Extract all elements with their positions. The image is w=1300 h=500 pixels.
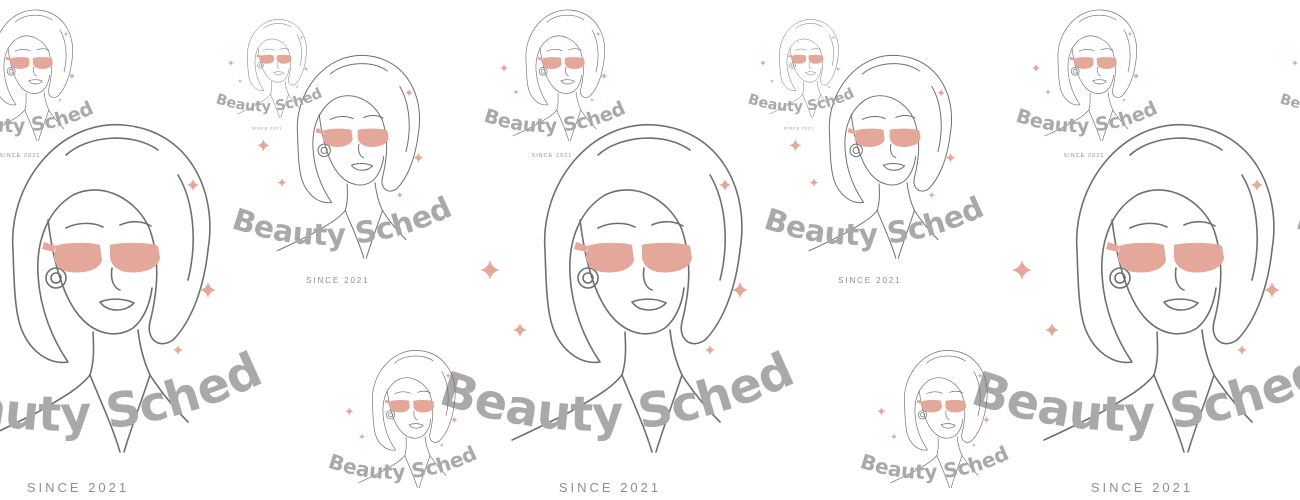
sparkle-icon bbox=[187, 179, 199, 191]
sparkle-icon bbox=[1122, 98, 1126, 102]
brand-logo: Beauty SchedulerSINCE 2021 bbox=[0, 0, 97, 159]
sparkle-icon bbox=[295, 85, 299, 89]
sparkle-icon bbox=[928, 191, 935, 199]
brand-tagline: SINCE 2021 bbox=[306, 276, 369, 285]
brand-logo: Beauty SchedulerSINCE 2021 bbox=[313, 321, 480, 489]
sparkle-icon bbox=[891, 433, 897, 440]
brand-logo: Beauty SchedulerSINCE 2021 bbox=[737, 0, 857, 131]
sparkle-icon bbox=[595, 31, 601, 37]
sunglasses-icon bbox=[574, 242, 692, 273]
sparkle-icon bbox=[257, 139, 270, 152]
sparkle-icon bbox=[831, 35, 836, 40]
brand-tagline: SINCE 2021 bbox=[1091, 480, 1193, 495]
brand-tagline: SINCE 2021 bbox=[559, 480, 661, 495]
brand-wordmark: Beauty Scheduler bbox=[1269, 0, 1300, 115]
sparkle-icon bbox=[590, 98, 594, 102]
sunglasses-icon bbox=[1106, 242, 1224, 273]
logo-pattern-background: Beauty SchedulerSINCE 2021Beauty Schedul… bbox=[0, 0, 1300, 500]
sparkle-icon bbox=[405, 88, 413, 97]
sparkle-icon bbox=[513, 323, 527, 337]
sparkle-icon bbox=[58, 98, 62, 102]
sparkle-icon bbox=[719, 179, 731, 191]
sparkle-icon bbox=[1127, 31, 1133, 37]
brand-tagline: SINCE 2021 bbox=[27, 480, 129, 495]
sparkle-icon bbox=[513, 89, 519, 95]
brand-tagline: SINCE 2021 bbox=[0, 153, 40, 159]
sunglasses-icon bbox=[384, 399, 435, 413]
sparkle-icon bbox=[1237, 345, 1247, 355]
sparkle-icon bbox=[63, 31, 69, 37]
sunglasses-icon bbox=[788, 54, 824, 64]
brand-tagline: SINCE 2021 bbox=[838, 276, 901, 285]
sunglasses-icon bbox=[1069, 56, 1117, 69]
sparkle-icon bbox=[827, 85, 831, 89]
sparkle-icon bbox=[937, 88, 945, 97]
sparkle-icon bbox=[971, 442, 976, 448]
sparkle-icon bbox=[480, 260, 500, 280]
sparkle-icon bbox=[977, 373, 983, 379]
sparkle-icon bbox=[228, 60, 234, 66]
sparkle-icon bbox=[173, 345, 183, 355]
brand-tagline: SINCE 2021 bbox=[252, 126, 283, 131]
sparkle-icon bbox=[439, 442, 444, 448]
sparkle-icon bbox=[1012, 260, 1032, 280]
sparkle-icon bbox=[445, 373, 451, 379]
sunglasses-icon bbox=[42, 242, 160, 273]
sunglasses-icon bbox=[256, 54, 292, 64]
sunglasses-icon bbox=[5, 56, 53, 69]
sparkle-icon bbox=[277, 178, 287, 187]
brand-logo: Beauty SchedulerSINCE 2021 bbox=[1001, 0, 1161, 159]
sparkle-icon bbox=[359, 433, 365, 440]
sparkle-icon bbox=[789, 139, 802, 152]
brand-tagline: SINCE 2021 bbox=[1064, 153, 1105, 159]
sunglasses-icon bbox=[315, 128, 389, 147]
brand-logo: Beauty SchedulerSINCE 2021 bbox=[469, 0, 629, 159]
sunglasses-icon bbox=[916, 399, 967, 413]
sparkle-icon bbox=[1045, 323, 1059, 337]
sparkle-icon bbox=[877, 407, 886, 416]
brand-tagline: SINCE 2021 bbox=[784, 126, 815, 131]
sparkle-icon bbox=[1032, 64, 1040, 72]
sparkle-icon bbox=[760, 60, 766, 66]
sparkle-icon bbox=[1045, 89, 1051, 95]
sparkle-icon bbox=[396, 191, 403, 199]
sparkle-icon bbox=[705, 345, 715, 355]
sparkle-icon bbox=[1292, 60, 1298, 66]
sparkle-icon bbox=[1251, 179, 1263, 191]
brand-logo: Beauty SchedulerSINCE 2021 bbox=[205, 0, 325, 131]
sparkle-icon bbox=[237, 78, 243, 84]
sunglasses-icon bbox=[537, 56, 585, 69]
brand-tagline: SINCE 2021 bbox=[532, 153, 573, 159]
sparkle-icon bbox=[345, 407, 354, 416]
sunglasses-icon bbox=[847, 128, 921, 147]
sparkle-icon bbox=[769, 78, 775, 84]
sparkle-icon bbox=[299, 35, 304, 40]
brand-logo: Beauty SchedulerSINCE 2021 bbox=[845, 321, 1012, 489]
sparkle-icon bbox=[809, 178, 819, 187]
sparkle-icon bbox=[500, 64, 508, 72]
svg-text:Beauty Scheduler: Beauty Scheduler bbox=[1269, 0, 1300, 115]
brand-logo: Beauty SchedulerSINCE 2021 bbox=[1269, 0, 1300, 115]
